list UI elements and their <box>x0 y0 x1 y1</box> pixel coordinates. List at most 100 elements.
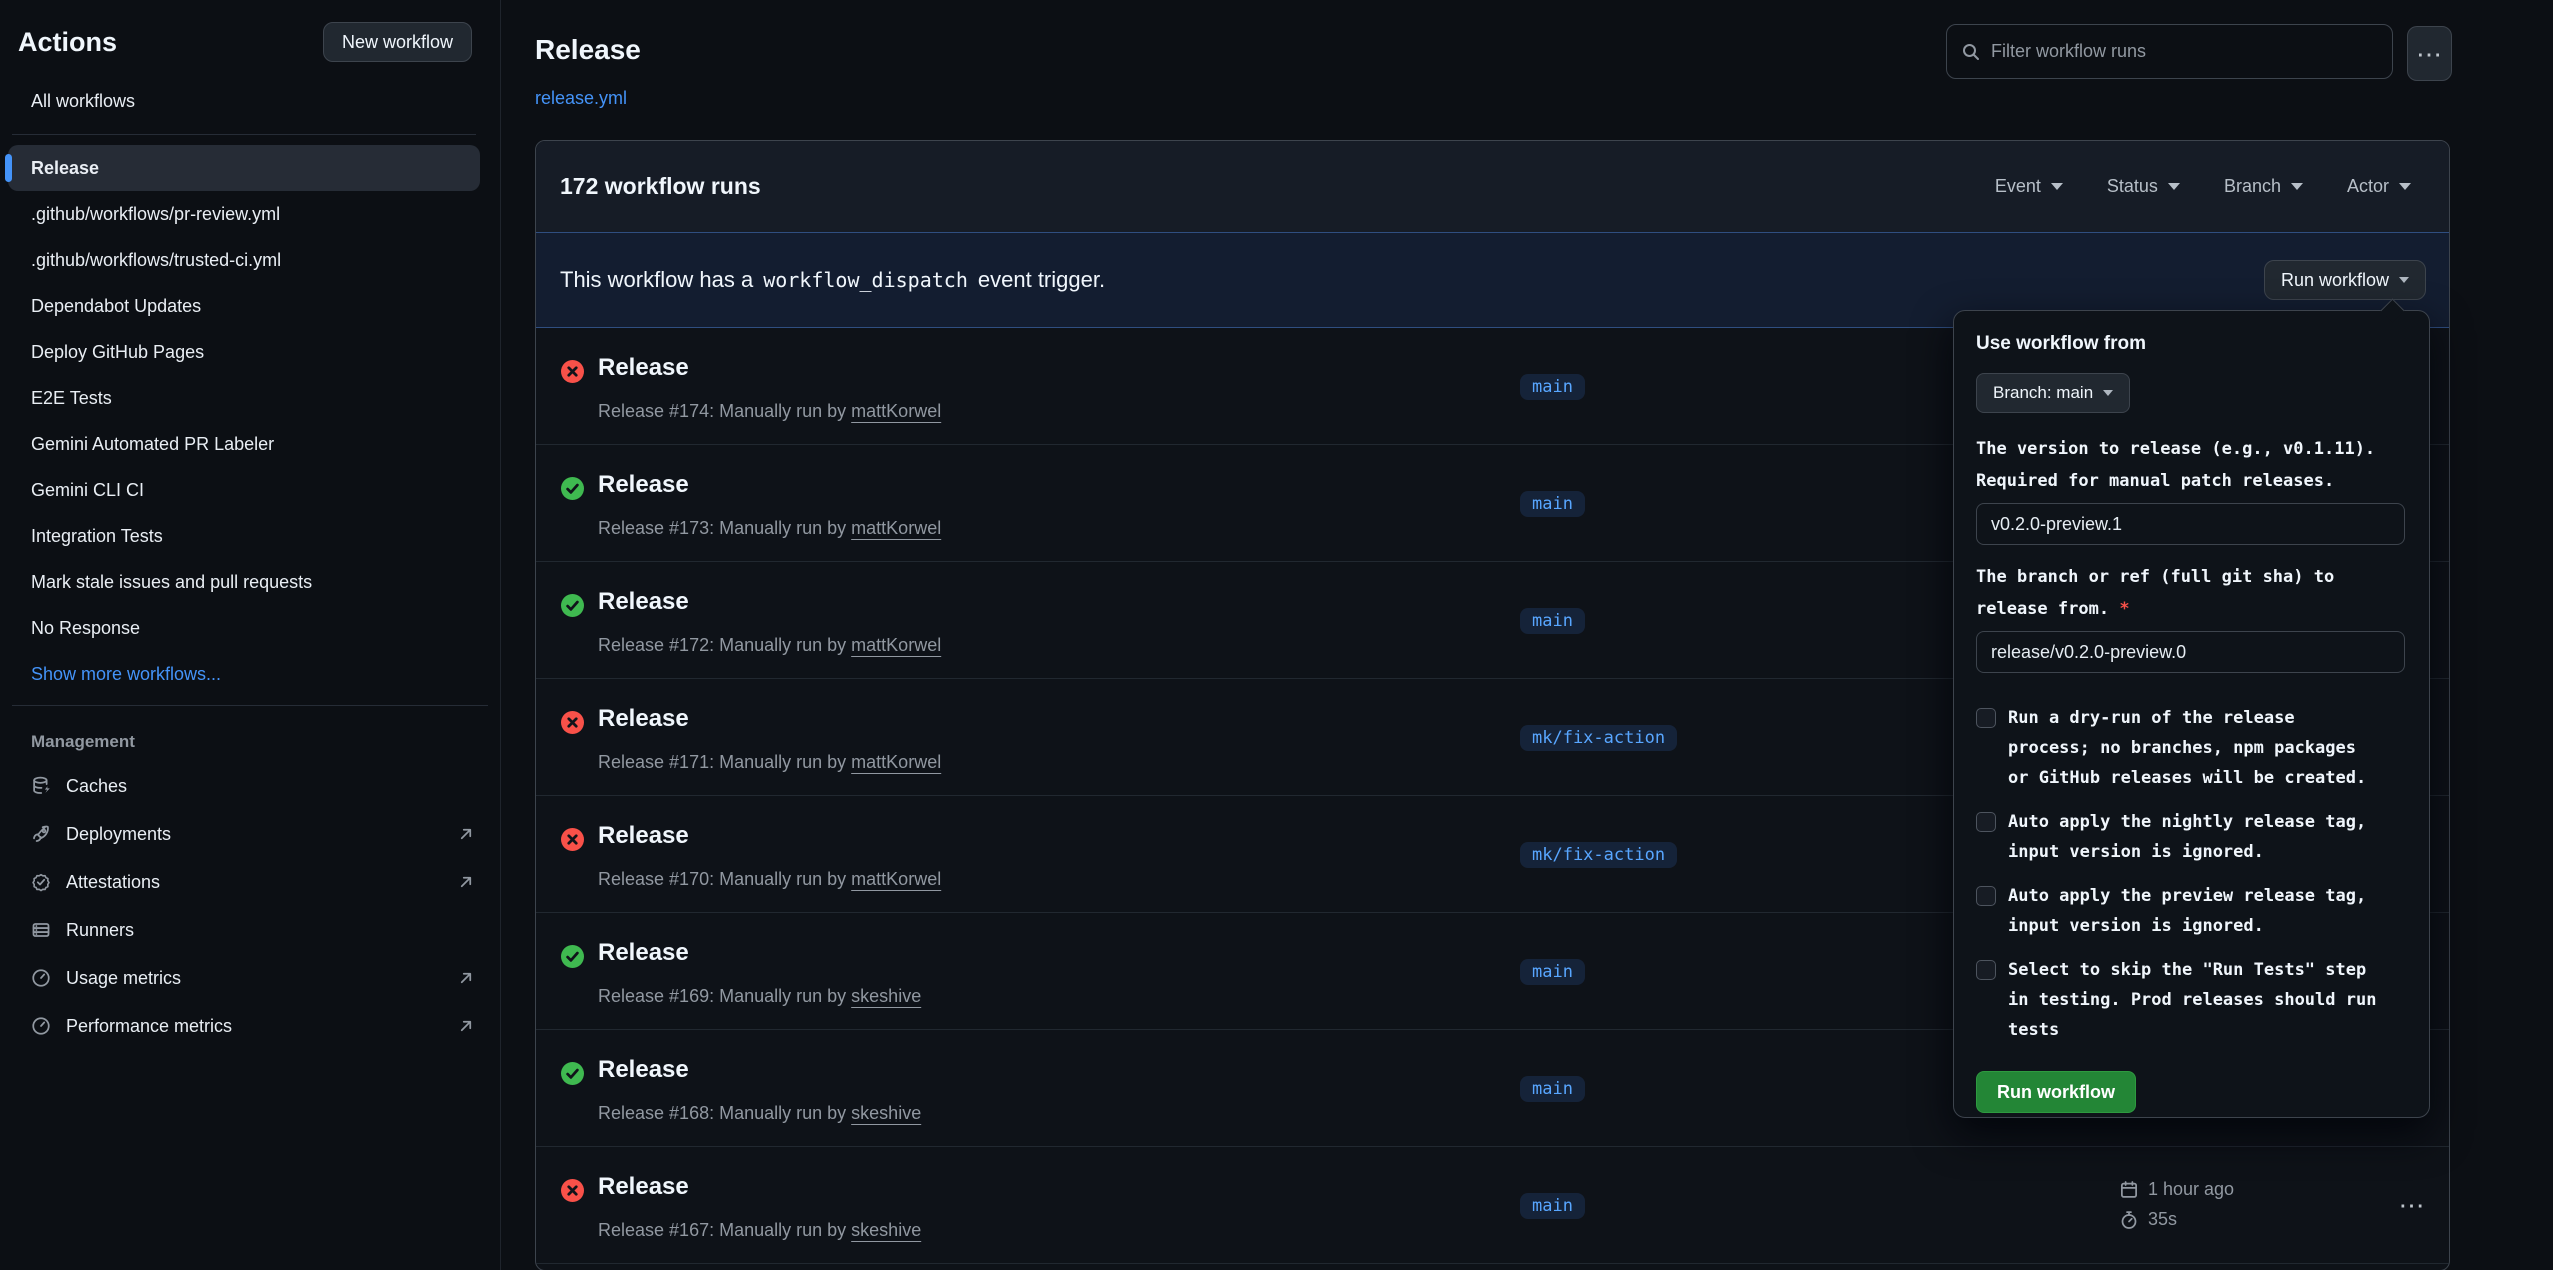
filter-workflow-runs-box[interactable] <box>1946 24 2393 79</box>
version-input[interactable] <box>1976 503 2405 545</box>
run-actor-link[interactable]: mattKorwel <box>851 401 941 421</box>
new-workflow-button[interactable]: New workflow <box>323 22 472 62</box>
run-title[interactable]: Release <box>598 822 689 850</box>
sidebar-item-workflow[interactable]: All workflows <box>8 78 480 124</box>
verified-icon <box>31 872 51 892</box>
meter-icon <box>31 968 51 988</box>
workflow-options-kebab-button[interactable]: ⋯ <box>2407 26 2452 81</box>
popover-checkbox-option[interactable]: Auto apply the nightly release tag, inpu… <box>1976 807 2402 867</box>
check-circle-icon <box>561 1062 584 1085</box>
sidebar-item-workflow[interactable]: .github/workflows/pr-review.yml <box>8 191 480 237</box>
x-circle-icon <box>561 360 584 383</box>
run-branch-pill[interactable]: main <box>1520 1193 1585 1219</box>
checkbox[interactable] <box>1976 708 1996 728</box>
rocket-icon <box>31 824 51 844</box>
sidebar-item-workflow[interactable]: Release <box>8 145 480 191</box>
ref-input[interactable] <box>1976 631 2405 673</box>
calendar-icon <box>2119 1180 2139 1200</box>
stopwatch-icon <box>2119 1210 2139 1230</box>
database-icon <box>31 776 51 796</box>
workflow-file-link[interactable]: release.yml <box>535 88 627 109</box>
popover-checkbox-option[interactable]: Select to skip the "Run Tests" step in t… <box>1976 955 2402 1045</box>
branch-filter-dropdown[interactable]: Branch <box>2224 176 2303 197</box>
run-branch-pill[interactable]: main <box>1520 374 1585 400</box>
sidebar-item-performance-metrics[interactable]: Performance metrics <box>0 1002 500 1050</box>
checkbox[interactable] <box>1976 812 1996 832</box>
chevron-down-icon <box>2051 183 2063 190</box>
check-circle-icon <box>561 477 584 500</box>
sidebar-item-deployments[interactable]: Deployments <box>0 810 500 858</box>
popover-checkbox-option[interactable]: Run a dry-run of the release process; no… <box>1976 703 2402 793</box>
run-title[interactable]: Release <box>598 939 689 967</box>
run-description: Release #174: Manually run by mattKorwel <box>598 401 941 422</box>
checkbox-label: Run a dry-run of the release process; no… <box>2008 703 2380 793</box>
runs-filters: Event Status Branch Actor <box>1995 176 2411 197</box>
actor-filter-dropdown[interactable]: Actor <box>2347 176 2411 197</box>
run-description: Release #167: Manually run by skeshive <box>598 1220 921 1241</box>
run-branch-pill[interactable]: main <box>1520 608 1585 634</box>
run-title[interactable]: Release <box>598 354 689 382</box>
branch-selector-button[interactable]: Branch: main <box>1976 373 2130 413</box>
arrow-up-right-icon <box>456 872 476 892</box>
banner-text: This workflow has a <box>560 267 753 293</box>
checkbox-label: Select to skip the "Run Tests" step in t… <box>2008 955 2380 1045</box>
chevron-down-icon <box>2168 183 2180 190</box>
sidebar-item-workflow[interactable]: E2E Tests <box>8 375 480 421</box>
run-workflow-submit-button[interactable]: Run workflow <box>1976 1071 2136 1113</box>
sidebar-item-caches[interactable]: Caches <box>0 762 500 810</box>
run-title[interactable]: Release <box>598 588 689 616</box>
run-actor-link[interactable]: mattKorwel <box>851 752 941 772</box>
popover-checkbox-option[interactable]: Auto apply the preview release tag, inpu… <box>1976 881 2402 941</box>
sidebar-item-workflow[interactable]: Mark stale issues and pull requests <box>8 559 480 605</box>
run-actor-link[interactable]: skeshive <box>851 1103 921 1123</box>
sidebar-item-workflow[interactable]: Dependabot Updates <box>8 283 480 329</box>
sidebar-item-workflow[interactable]: Deploy GitHub Pages <box>8 329 480 375</box>
filter-input[interactable] <box>1991 41 2378 62</box>
sidebar-item-workflow[interactable]: No Response <box>8 605 480 651</box>
arrow-up-right-icon <box>456 1016 476 1036</box>
kebab-icon: ⋯ <box>2416 41 2443 67</box>
run-branch-pill[interactable]: main <box>1520 1076 1585 1102</box>
actions-sidebar: Actions New workflow All workflowsReleas… <box>0 0 501 1270</box>
run-branch-pill[interactable]: main <box>1520 959 1585 985</box>
run-actor-link[interactable]: mattKorwel <box>851 869 941 889</box>
run-workflow-popover: Use workflow from Branch: main The versi… <box>1953 310 2430 1118</box>
management-section-title: Management <box>31 732 500 752</box>
status-filter-dropdown[interactable]: Status <box>2107 176 2180 197</box>
sidebar-item-workflow[interactable]: .github/workflows/trusted-ci.yml <box>8 237 480 283</box>
run-duration: 35s <box>2148 1209 2177 1230</box>
sidebar-item-workflow[interactable]: Show more workflows... <box>8 651 480 697</box>
run-actor-link[interactable]: mattKorwel <box>851 518 941 538</box>
sidebar-item-workflow[interactable]: Gemini CLI CI <box>8 467 480 513</box>
run-workflow-dropdown-button[interactable]: Run workflow <box>2264 260 2426 300</box>
run-branch-pill[interactable]: main <box>1520 491 1585 517</box>
run-actor-link[interactable]: mattKorwel <box>851 635 941 655</box>
x-circle-icon <box>561 711 584 734</box>
run-branch-pill[interactable]: mk/fix-action <box>1520 842 1677 868</box>
checkbox-label: Auto apply the preview release tag, inpu… <box>2008 881 2380 941</box>
sidebar-item-usage-metrics[interactable]: Usage metrics <box>0 954 500 1002</box>
sidebar-item-workflow[interactable]: Integration Tests <box>8 513 480 559</box>
run-branch-pill[interactable]: mk/fix-action <box>1520 725 1677 751</box>
run-actor-link[interactable]: skeshive <box>851 986 921 1006</box>
required-asterisk: * <box>2119 599 2129 619</box>
workflow-run-row[interactable]: Release Release #167: Manually run by sk… <box>536 1147 2449 1264</box>
run-title[interactable]: Release <box>598 705 689 733</box>
run-options-kebab-button[interactable]: ⋯ <box>2384 1187 2440 1223</box>
popover-checkbox-list: Run a dry-run of the release process; no… <box>1976 703 2402 1045</box>
sidebar-item-attestations[interactable]: Attestations <box>0 858 500 906</box>
sidebar-item-runners[interactable]: Runners <box>0 906 500 954</box>
run-actor-link[interactable]: skeshive <box>851 1220 921 1240</box>
run-title[interactable]: Release <box>598 1056 689 1084</box>
run-description: Release #173: Manually run by mattKorwel <box>598 518 941 539</box>
sidebar-item-workflow[interactable]: Gemini Automated PR Labeler <box>8 421 480 467</box>
run-description: Release #169: Manually run by skeshive <box>598 986 921 1007</box>
checkbox[interactable] <box>1976 886 1996 906</box>
event-filter-dropdown[interactable]: Event <box>1995 176 2063 197</box>
next-row-sliver <box>536 1264 2449 1270</box>
run-title[interactable]: Release <box>598 1173 689 1201</box>
checkbox[interactable] <box>1976 960 1996 980</box>
run-title[interactable]: Release <box>598 471 689 499</box>
run-description: Release #170: Manually run by mattKorwel <box>598 869 941 890</box>
chevron-down-icon <box>2291 183 2303 190</box>
